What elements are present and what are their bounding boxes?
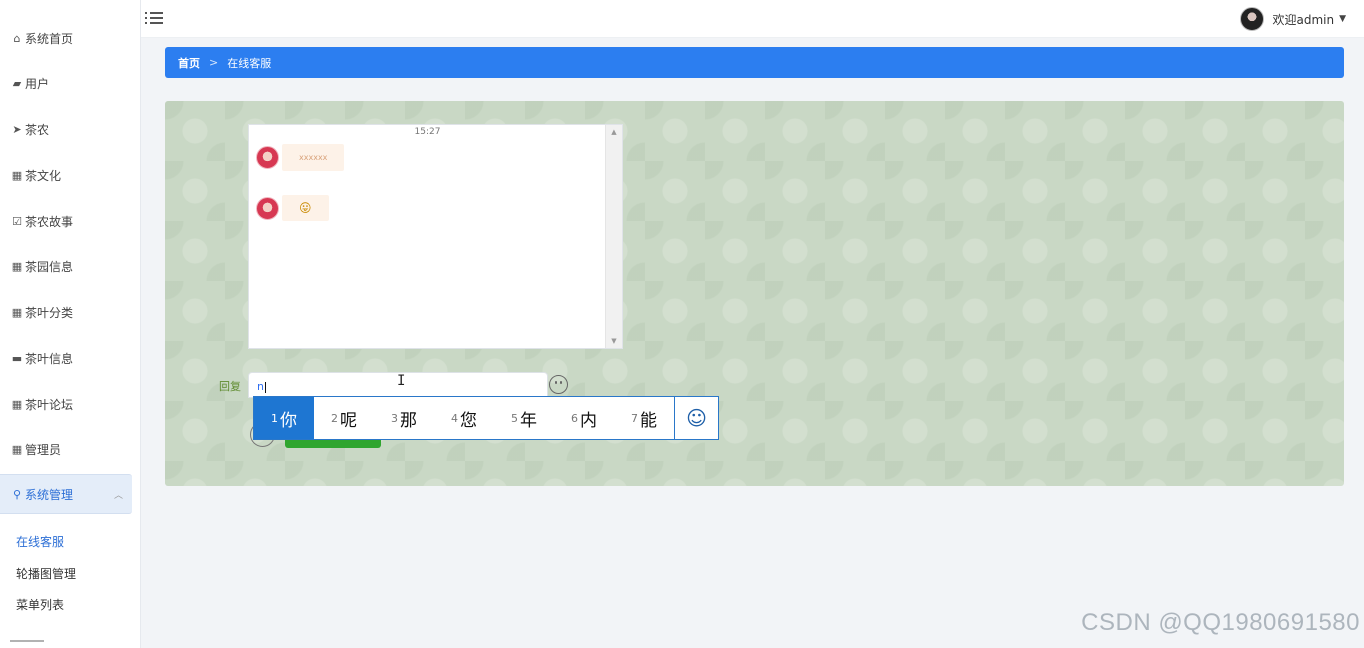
sidebar-item-label: 茶文化 [25,168,62,183]
candidate-number: 4 [451,411,458,425]
sidebar-item-home[interactable]: ⌂ 系统首页 [0,23,140,53]
watermark: CSDN @QQ1980691580 [1081,609,1360,636]
sidebar-item-label: 系统管理 [25,487,74,502]
candidate-number: 7 [631,411,638,425]
topbar: 欢迎admin ▼ [141,0,1364,38]
grid-icon: ▦ [11,397,23,411]
sidebar-item-tea-category[interactable]: ▦ 茶叶分类 [0,297,140,327]
reply-label: 回复 [219,380,241,393]
sidebar-item-label: 茶叶论坛 [25,397,74,412]
breadcrumb-home[interactable]: 首页 [178,55,200,71]
grid-icon: ▦ [11,442,23,456]
candidate-number: 3 [391,411,398,425]
menu-toggle-icon[interactable] [145,10,165,26]
sidebar-item-tea-farmers[interactable]: ➤ 茶农 [0,114,140,144]
sidebar-item-label: 用户 [25,76,50,91]
home-icon: ⌂ [13,31,21,45]
ime-emoji-icon[interactable]: ☺ [674,397,718,439]
sidebar-item-label: 茶园信息 [25,259,74,274]
candidate-number: 2 [331,411,338,425]
ime-candidate[interactable]: 3那 [374,397,434,439]
text-cursor-icon: I [397,373,406,389]
ime-candidate-bar: 1你 2呢 3那 4您 5年 6内 7能 ☺ [253,396,719,440]
caret-down-icon[interactable]: ▼ [1339,14,1346,24]
user-menu[interactable]: 欢迎admin ▼ [1240,7,1346,31]
sidebar-item-tea-info[interactable]: ▬ 茶叶信息 [0,343,140,373]
sidebar-item-label: 系统首页 [25,31,74,46]
message-bubble: 😛 [282,195,329,221]
submenu-menu-list[interactable]: 菜单列表 [16,596,64,613]
sidebar-item-tea-garden[interactable]: ▦ 茶园信息 [0,251,140,281]
text-cursor [264,381,266,393]
breadcrumb-separator: > [209,56,219,69]
avatar[interactable] [1240,7,1265,31]
message-bubble: xxxxxx [282,144,345,171]
sidebar-item-label: 茶叶分类 [25,305,74,320]
emoji-picker-icon[interactable] [549,375,568,394]
send-icon: ➤ [12,122,22,136]
candidate-char: 那 [400,410,417,431]
candidate-char: 你 [280,410,297,431]
checkbox-icon: ☑ [12,214,22,228]
avatar [256,196,279,220]
scroll-up-icon[interactable]: ▲ [606,128,622,136]
ime-candidate[interactable]: 6内 [554,397,614,439]
ime-candidate[interactable]: 5年 [494,397,554,439]
pin-icon: ⚲ [12,487,22,501]
candidate-char: 您 [460,410,477,431]
reply-input-value: n [257,380,264,393]
grid-icon: ▦ [11,168,23,182]
grid-icon: ▦ [11,259,23,273]
sidebar-item-partial [10,640,44,648]
candidate-char: 呢 [340,410,357,431]
message-time: 15:27 [414,127,441,137]
chat-window[interactable]: 15:27 xxxxxx 😛 ▲ ▼ [248,124,623,349]
sidebar-item-label: 管理员 [25,442,62,457]
chat-message: 😛 [256,195,329,221]
welcome-text: 欢迎admin [1272,12,1335,27]
sidebar-item-label: 茶农 [25,122,50,137]
ime-candidate[interactable]: 7能 [614,397,674,439]
submenu-online-service[interactable]: 在线客服 [16,533,64,550]
sidebar-item-label: 茶叶信息 [25,351,74,366]
candidate-number: 5 [511,411,518,425]
submenu-carousel[interactable]: 轮播图管理 [16,565,76,582]
sidebar-item-farmer-stories[interactable]: ☑ 茶农故事 [0,206,140,236]
candidate-number: 1 [271,411,278,425]
sidebar-item-users[interactable]: ▰ 用户 [0,68,140,98]
scrollbar[interactable]: ▲ ▼ [605,125,622,348]
monitor-icon: ▬ [11,351,23,365]
candidate-char: 年 [520,410,537,431]
briefcase-icon: ▰ [12,76,22,90]
sidebar: ⌂ 系统首页 ▰ 用户 ➤ 茶农 ▦ 茶文化 ☑ 茶农故事 ▦ 茶园信息 ▦ 茶… [0,0,141,648]
sidebar-item-system-management[interactable]: ⚲ 系统管理 ︿ [0,474,132,514]
avatar [256,146,279,169]
ime-candidate[interactable]: 1你 [254,397,314,439]
sidebar-item-label: 茶农故事 [25,214,74,229]
breadcrumb: 首页 > 在线客服 [165,47,1344,78]
candidate-number: 6 [571,411,578,425]
sidebar-item-tea-forum[interactable]: ▦ 茶叶论坛 [0,389,140,419]
chevron-up-icon[interactable]: ︿ [114,488,123,501]
breadcrumb-current: 在线客服 [227,56,272,70]
candidate-char: 能 [640,410,657,431]
ime-candidate[interactable]: 2呢 [314,397,374,439]
grid-icon: ▦ [11,305,23,319]
chat-message: xxxxxx [256,144,345,171]
ime-candidate[interactable]: 4您 [434,397,494,439]
scroll-down-icon[interactable]: ▼ [606,337,622,345]
sidebar-item-tea-culture[interactable]: ▦ 茶文化 [0,160,140,190]
candidate-char: 内 [580,410,597,431]
sidebar-item-admins[interactable]: ▦ 管理员 [0,434,140,464]
